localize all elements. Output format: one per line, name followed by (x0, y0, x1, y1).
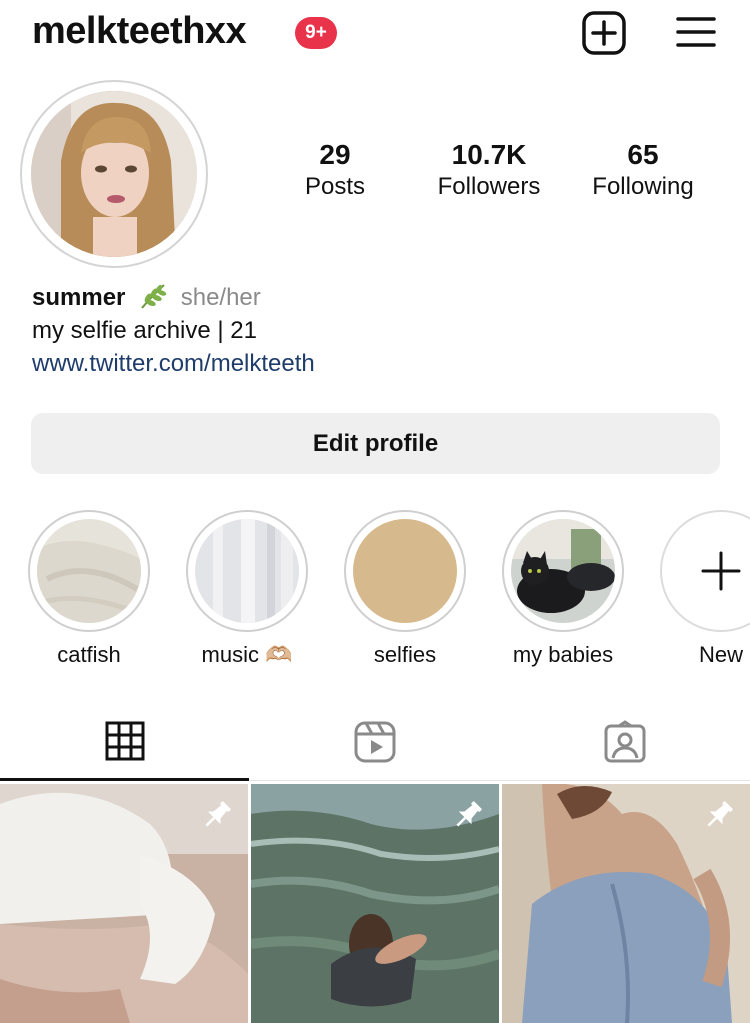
grid-icon (105, 721, 145, 761)
hamburger-menu-icon (676, 17, 716, 47)
new-highlight-ring (660, 510, 750, 632)
highlight-my-babies[interactable]: my babies (501, 510, 625, 668)
highlight-ring (344, 510, 466, 632)
pronouns: she/her (180, 284, 261, 311)
plus-icon (701, 551, 741, 591)
active-tab-indicator (0, 778, 249, 781)
highlight-ring (28, 510, 150, 632)
highlight-catfish[interactable]: catfish (27, 510, 151, 668)
plus-square-icon (582, 11, 626, 55)
followers-count: 10.7K (451, 139, 527, 170)
herb-icon (141, 284, 167, 309)
highlight-ring (502, 510, 624, 632)
following-label: Following (592, 173, 694, 200)
highlight-cover (195, 519, 299, 623)
avatar[interactable] (31, 91, 197, 257)
highlight-cover (511, 519, 615, 623)
highlight-music[interactable]: music 🫶🏼 (185, 510, 309, 668)
tab-divider (249, 780, 750, 781)
highlight-selfies[interactable]: selfies (343, 510, 467, 668)
tagged-icon (604, 720, 646, 763)
highlight-cover (37, 519, 141, 623)
highlight-label: music 🫶🏼 (201, 642, 293, 667)
reels-icon (354, 721, 396, 763)
posts-stat[interactable]: 29 Posts (260, 138, 410, 202)
tab-tagged[interactable] (500, 715, 750, 781)
pinned-icon (707, 801, 733, 827)
bio-link[interactable]: www.twitter.com/melkteeth (32, 347, 732, 380)
tab-reels[interactable] (250, 715, 500, 781)
highlight-cover (353, 519, 457, 623)
highlight-ring (186, 510, 308, 632)
notification-badge[interactable]: 9+ (295, 17, 337, 49)
edit-profile-button[interactable]: Edit profile (31, 413, 720, 474)
highlight-label: New (698, 642, 743, 667)
profile-tabs (0, 715, 750, 781)
display-name: summer (32, 284, 126, 311)
name-row: summer she/her (32, 281, 732, 314)
posts-label: Posts (304, 173, 366, 200)
profile-header: melkteethxx 9+ (0, 0, 750, 68)
create-post-button[interactable] (581, 10, 627, 56)
bio: summer she/her my selfie archive | 21 ww… (32, 281, 732, 380)
tab-posts-grid[interactable] (0, 715, 250, 781)
highlight-label: catfish (57, 642, 121, 667)
grid-post[interactable] (502, 784, 750, 1023)
username-title[interactable]: melkteethxx (32, 10, 247, 53)
following-count: 65 (627, 139, 659, 170)
pinned-icon (205, 801, 231, 827)
menu-button[interactable] (673, 10, 719, 56)
followers-label: Followers (437, 173, 541, 200)
bio-text: my selfie archive | 21 (32, 317, 257, 344)
following-stat[interactable]: 65 Following (568, 138, 718, 202)
pinned-icon (456, 801, 482, 827)
followers-stat[interactable]: 10.7K Followers (414, 138, 564, 202)
grid-post[interactable] (0, 784, 248, 1023)
highlight-new[interactable]: New (659, 510, 750, 668)
posts-count: 29 (319, 139, 351, 170)
grid-post[interactable] (251, 784, 499, 1023)
highlight-label: my babies (512, 642, 614, 667)
highlight-label: selfies (373, 642, 437, 667)
